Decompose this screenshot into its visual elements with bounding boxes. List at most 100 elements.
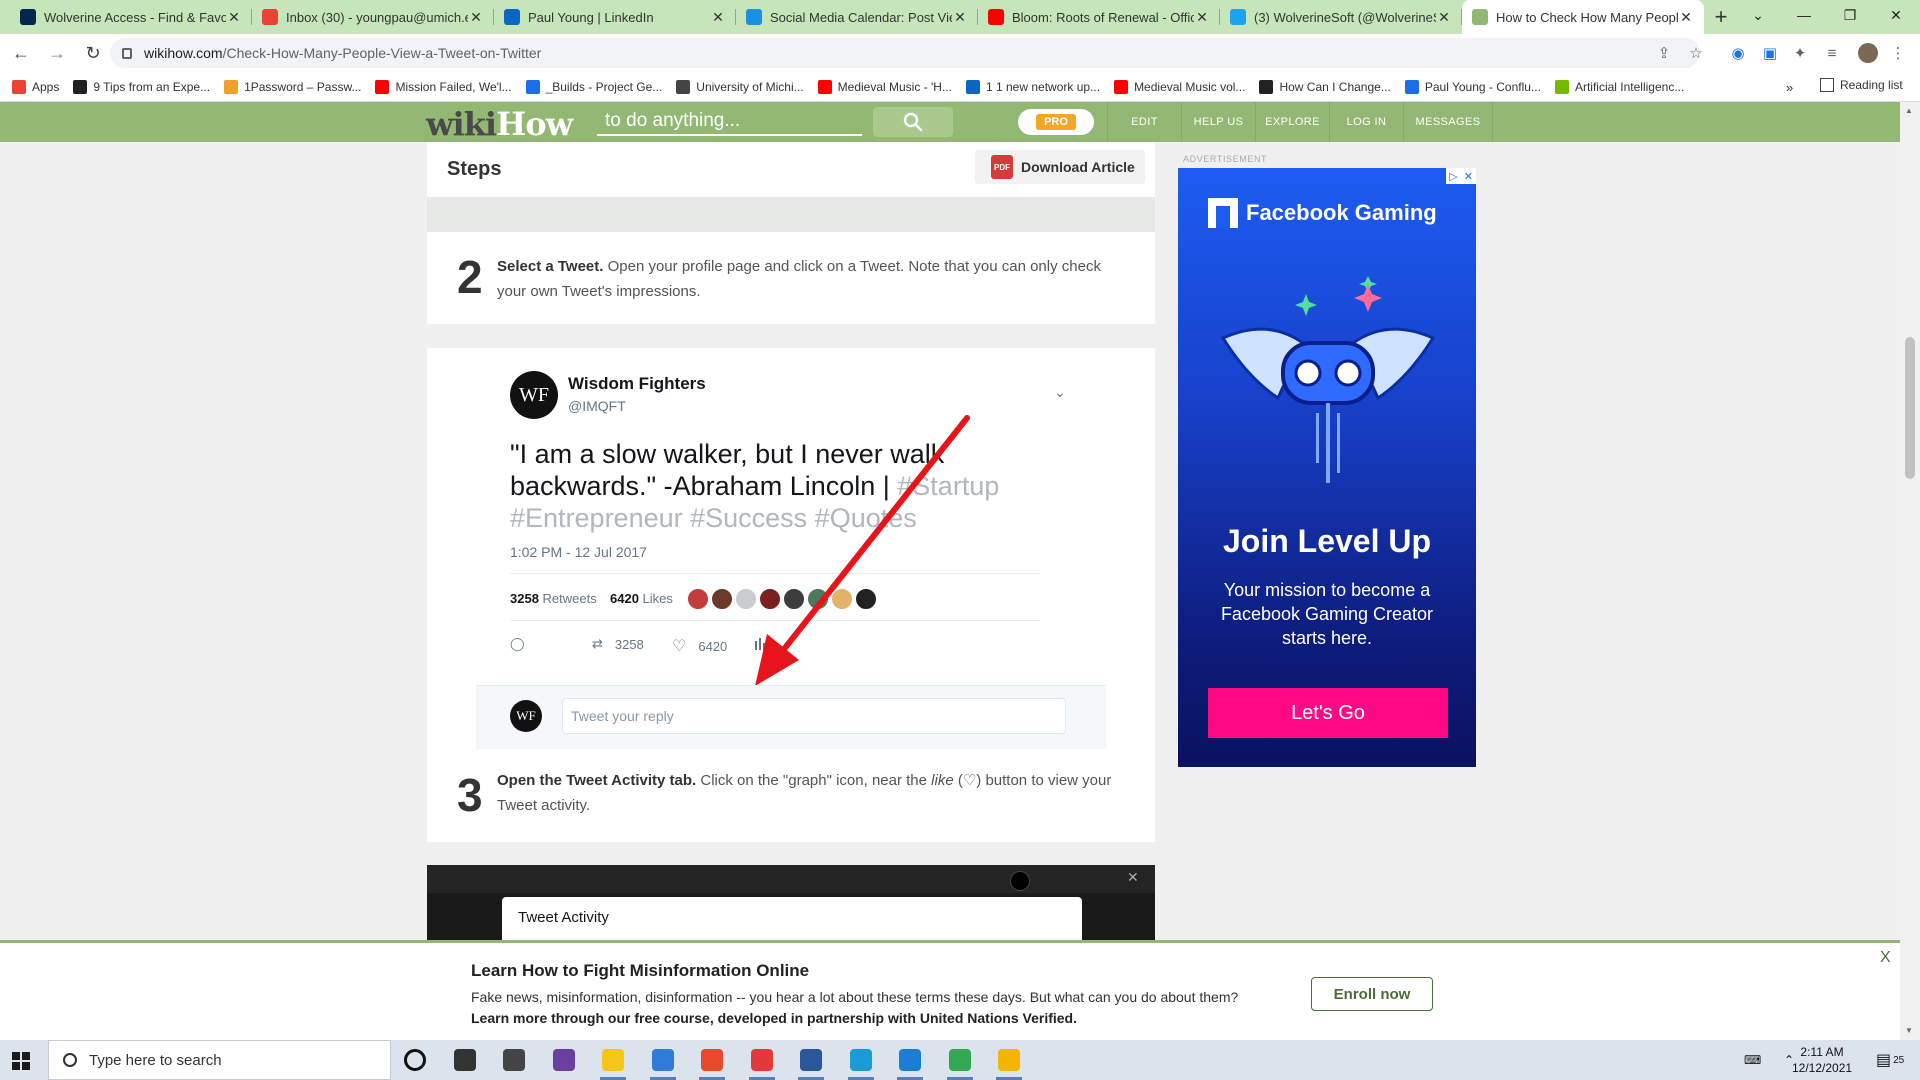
chrome-canary-icon[interactable] <box>998 1049 1020 1071</box>
ad-headline: Join Level Up <box>1222 523 1432 559</box>
cortana-icon[interactable] <box>404 1049 426 1071</box>
liker-avatar[interactable] <box>687 588 709 610</box>
store-icon[interactable] <box>503 1049 525 1071</box>
advertisement[interactable]: ▷ ✕ Facebook Gaming Join Level Up Your mi… <box>1178 168 1476 767</box>
browser-tab[interactable]: Wolverine Access - Find & Favor ✕ <box>10 0 252 34</box>
edge-icon[interactable] <box>850 1049 872 1071</box>
file-explorer-icon[interactable] <box>602 1049 624 1071</box>
taskview-icon[interactable] <box>454 1049 476 1071</box>
discord-icon[interactable] <box>751 1049 773 1071</box>
bookmark-label: Paul Young - Conflu... <box>1424 79 1541 94</box>
bookmark-item[interactable]: University of Michi... <box>676 79 804 94</box>
forward-icon[interactable]: → <box>42 38 72 68</box>
browser-tab[interactable]: Paul Young | LinkedIn ✕ <box>494 0 736 34</box>
tab-close-icon[interactable]: ✕ <box>1678 9 1694 26</box>
word-icon[interactable] <box>800 1049 822 1071</box>
extension-screen-icon[interactable]: ▣ <box>1760 43 1780 63</box>
bookmark-item[interactable]: 1 1 new network up... <box>965 79 1101 94</box>
adchoices-icon[interactable]: ▷ ✕ <box>1446 168 1476 184</box>
tab-close-icon[interactable]: ✕ <box>468 9 484 26</box>
vscode-icon[interactable] <box>899 1049 921 1071</box>
nav-help-us[interactable]: HELP US <box>1181 102 1255 142</box>
bookmark-item[interactable]: How Can I Change... <box>1259 79 1391 94</box>
restore-button[interactable]: ❐ <box>1827 0 1873 30</box>
bookmark-item[interactable]: Mission Failed, We'l... <box>375 79 512 94</box>
windows-start-icon[interactable] <box>12 1052 30 1070</box>
office-icon[interactable] <box>701 1049 723 1071</box>
scroll-down-icon[interactable]: ▼ <box>1905 1026 1913 1035</box>
reload-icon[interactable]: ↻ <box>78 38 108 68</box>
taskbar-search[interactable]: Type here to search <box>48 1040 391 1080</box>
chevron-down-icon: ⌄ <box>1054 384 1066 400</box>
retweet-button[interactable]: ⇄ 3258 <box>592 636 644 652</box>
tab-close-icon[interactable]: ✕ <box>1436 9 1452 26</box>
close-window-button[interactable]: ✕ <box>1873 0 1919 30</box>
keyboard-icon[interactable]: ⌨ <box>1744 1040 1761 1080</box>
tab-title: Inbox (30) - youngpau@umich.e <box>286 9 468 25</box>
chrome-icon[interactable] <box>949 1049 971 1071</box>
bookmark-item[interactable]: 1Password – Passw... <box>224 79 361 94</box>
media-control-icon[interactable]: ≡ <box>1822 43 1842 63</box>
bookmark-list: Apps 9 Tips from an Expe... 1Password – Pa… <box>12 79 1698 94</box>
reply-icon[interactable]: ◯ <box>510 636 525 652</box>
bookmark-star-icon[interactable]: ☆ <box>1686 43 1706 63</box>
bookmark-item[interactable]: Paul Young - Conflu... <box>1404 79 1541 94</box>
bookmark-item[interactable]: 9 Tips from an Expe... <box>73 79 210 94</box>
extension-1password-icon[interactable]: ◉ <box>1728 43 1748 63</box>
podcast-icon[interactable] <box>553 1049 575 1071</box>
tab-strip: Wolverine Access - Find & Favor ✕ Inbox (3… <box>0 0 1920 34</box>
tab-close-icon[interactable]: ✕ <box>226 9 242 26</box>
bookmarks-overflow[interactable]: » <box>1786 80 1793 95</box>
tab-close-icon[interactable]: ✕ <box>952 9 968 26</box>
tab-close-icon[interactable]: ✕ <box>1194 9 1210 26</box>
scroll-up-icon[interactable]: ▲ <box>1905 106 1913 115</box>
browser-tab[interactable]: How to Check How Many Peopl ✕ <box>1462 0 1704 34</box>
tab-title: Bloom: Roots of Renewal - Offic <box>1012 9 1194 25</box>
system-clock[interactable]: 2:11 AM 12/12/2021 <box>1792 1044 1852 1076</box>
new-tab-button[interactable]: + <box>1704 0 1738 34</box>
bookmark-label: University of Michi... <box>696 79 804 94</box>
mail-icon[interactable] <box>652 1049 674 1071</box>
reading-list-button[interactable]: Reading list <box>1820 78 1903 92</box>
browser-tab[interactable]: (3) WolverineSoft (@WolverineS ✕ <box>1220 0 1462 34</box>
pro-button[interactable]: PRO <box>1018 109 1094 135</box>
back-icon[interactable]: ← <box>6 38 36 68</box>
bookmark-item[interactable]: Medieval Music - 'H... <box>817 79 952 94</box>
tab-search-icon[interactable]: ⌄ <box>1735 0 1781 30</box>
tab-title: (3) WolverineSoft (@WolverineS <box>1254 9 1436 25</box>
like-button[interactable]: ♡ 6420 <box>672 636 727 656</box>
bookmark-item[interactable]: Apps <box>12 79 59 94</box>
chrome-menu-icon[interactable]: ⋮ <box>1888 43 1908 63</box>
bookmark-item[interactable]: _Builds - Project Ge... <box>525 79 662 94</box>
enroll-now-button[interactable]: Enroll now <box>1311 977 1433 1011</box>
nav-log-in[interactable]: LOG IN <box>1329 102 1403 142</box>
download-article-button[interactable]: PDF Download Article <box>975 150 1145 184</box>
tab-close-icon[interactable]: ✕ <box>710 9 726 26</box>
browser-tab[interactable]: Social Media Calendar: Post Vie ✕ <box>736 0 978 34</box>
bookmark-item[interactable]: Artificial Intelligenc... <box>1554 79 1684 94</box>
banner-close-button[interactable]: X <box>1880 949 1891 967</box>
notification-center[interactable]: ▤ 25 <box>1876 1040 1904 1080</box>
browser-tab[interactable]: Bloom: Roots of Renewal - Offic ✕ <box>978 0 1220 34</box>
search-input[interactable]: to do anything... <box>597 108 862 136</box>
profile-avatar[interactable] <box>1858 43 1878 63</box>
ad-cta-button[interactable]: Let's Go <box>1208 688 1448 738</box>
minimize-button[interactable]: — <box>1781 0 1827 30</box>
bookmark-favicon-icon <box>1259 79 1274 94</box>
reply-input[interactable]: Tweet your reply <box>562 698 1066 734</box>
nav-edit[interactable]: EDIT <box>1107 102 1181 142</box>
bookmark-label: 1 1 new network up... <box>985 79 1101 94</box>
scrollbar-thumb[interactable] <box>1905 337 1915 479</box>
extensions-puzzle-icon[interactable]: ✦ <box>1790 43 1810 63</box>
share-icon[interactable]: ⇪ <box>1654 43 1674 63</box>
nav-explore[interactable]: EXPLORE <box>1255 102 1329 142</box>
page-scrollbar[interactable]: ▲ ▼ <box>1900 102 1920 1040</box>
bookmark-label: Mission Failed, We'l... <box>395 79 512 94</box>
search-button[interactable] <box>873 107 953 137</box>
nav-messages[interactable]: MESSAGES <box>1403 102 1493 142</box>
wikihow-logo[interactable]: wikiHow <box>426 105 573 143</box>
browser-tab[interactable]: Inbox (30) - youngpau@umich.e ✕ <box>252 0 494 34</box>
bookmark-item[interactable]: Medieval Music vol... <box>1114 79 1245 94</box>
tweet-timestamp: 1:02 PM - 12 Jul 2017 <box>510 544 647 560</box>
address-bar[interactable]: wikihow.com/Check-How-Many-People-View-a… <box>110 38 1700 68</box>
